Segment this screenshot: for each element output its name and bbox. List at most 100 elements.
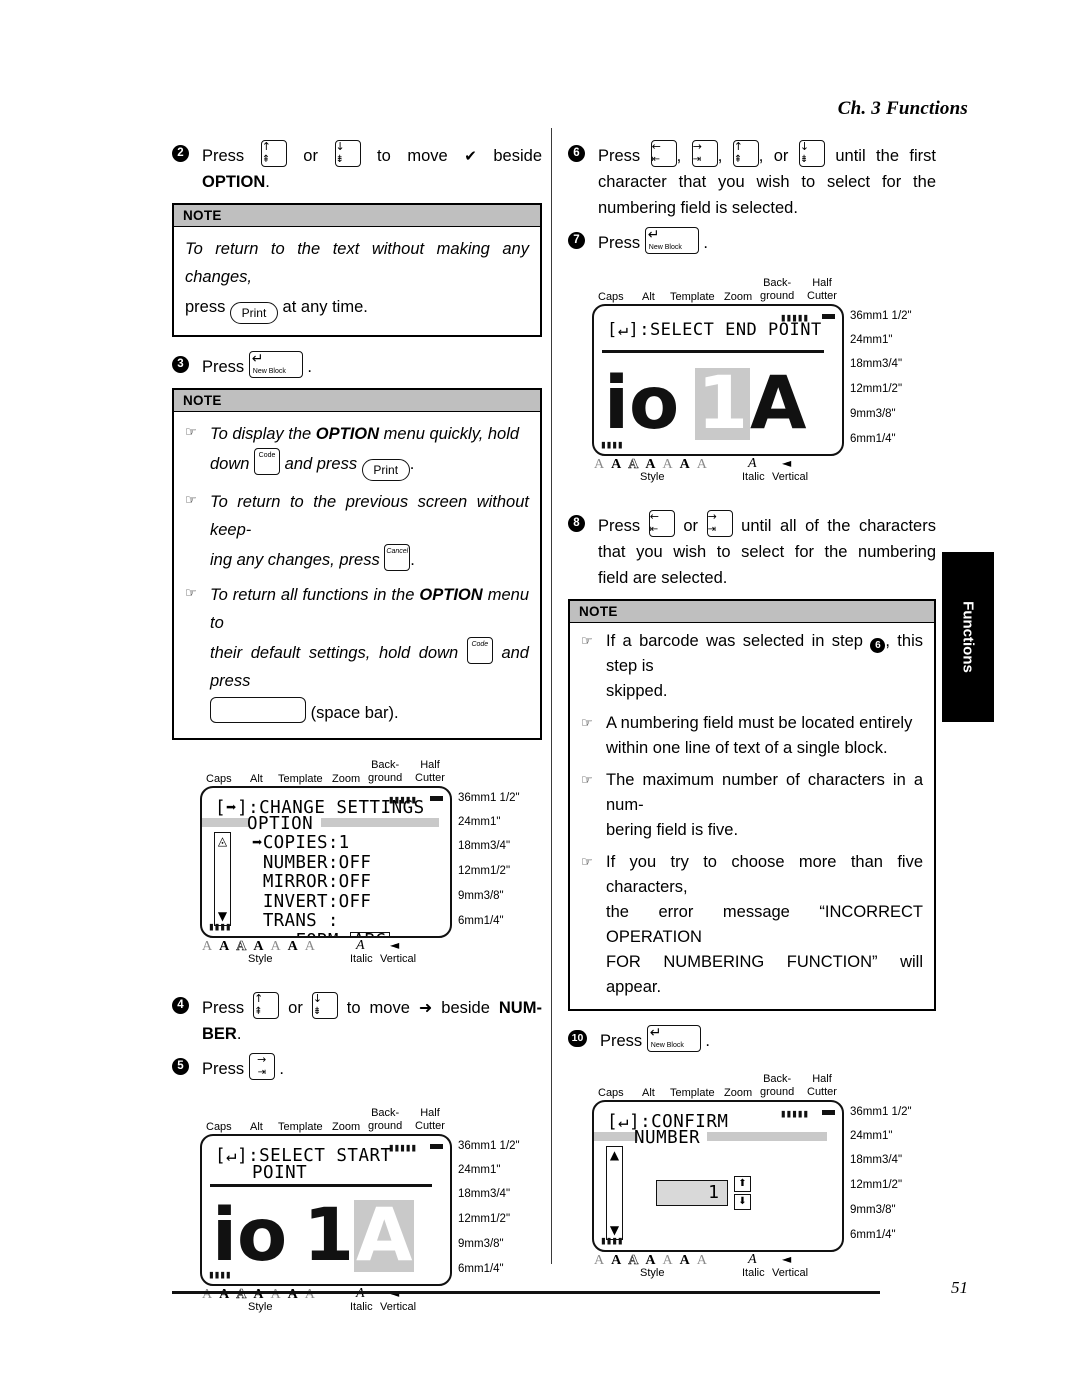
pointing-hand-icon: ☞ <box>581 855 593 870</box>
key-up-sub-glyph: ⇞ <box>254 1006 263 1017</box>
key-up-icon[interactable]: ↑ ⇞ <box>732 140 759 167</box>
spinner-up-icon[interactable]: ⬆ <box>734 1176 751 1192</box>
note-text-e: FOR NUMBERING FUNCTION” will appear. <box>606 953 923 996</box>
indicator-background: Back-ground <box>368 759 403 784</box>
indicator-caps: Caps <box>598 291 624 303</box>
note-line-1: To return to the text without making any… <box>185 240 529 286</box>
note-text: To display the OPTION menu quickly, hold… <box>210 420 529 481</box>
signal-icon-bottom: ▮▮▮▮ <box>600 438 623 451</box>
lcd-screen: ▮▮▮▮▮ [➡]:CHANGE SETTINGS OPTION ◬ ▼ ➡CO… <box>200 786 452 938</box>
highlight-bar-right <box>707 1132 827 1141</box>
note-heading: NOTE <box>174 205 540 227</box>
indicator-zoom: Zoom <box>332 1121 361 1133</box>
note-text: If a barcode was selected in step 6, thi… <box>606 629 923 704</box>
tape-mm: 12mm <box>458 1213 490 1225</box>
lcd-title-line2: POINT <box>252 1163 308 1183</box>
indicator-caps: Caps <box>206 773 232 785</box>
tape-mm: 24mm <box>458 816 490 828</box>
indicator-alt: Alt <box>250 1121 263 1133</box>
key-print-icon[interactable]: Print <box>229 302 278 324</box>
key-cancel-icon[interactable]: Cancel <box>384 544 411 571</box>
menu-item-form[interactable]: FORM <box>252 931 339 936</box>
battery-icon <box>430 1144 443 1149</box>
lcd-bottom-indicators: AAAAAAA Style A Italic ◄ Vertical <box>200 938 452 968</box>
pointing-hand-icon: ☞ <box>185 493 197 508</box>
step-text-tail: until all of the characters <box>741 517 936 535</box>
lcd-top-indicators: Caps Alt Template Zoom Back-ground Half C… <box>200 1104 542 1134</box>
tape-in: 3/8" <box>483 1238 504 1250</box>
menu-item-copies[interactable]: ➡COPIES:1 <box>252 833 350 853</box>
tape-mm: 36mm <box>850 1106 882 1118</box>
menu-item-number[interactable]: NUMBER:OFF <box>252 853 371 873</box>
note-text-f: . <box>409 455 415 473</box>
key-new-block-icon[interactable]: ↵ New Block <box>646 1025 701 1052</box>
key-left-icon[interactable]: ← ⇤ <box>648 510 675 537</box>
menu-item-invert[interactable]: INVERT:OFF <box>252 892 371 912</box>
label-italic: Italic <box>350 953 373 965</box>
number-spinner[interactable]: ⬆ ⬇ <box>734 1176 751 1212</box>
key-up-icon[interactable]: ↑ ⇞ <box>260 140 287 167</box>
key-code-icon[interactable]: Code <box>466 637 493 664</box>
indicator-background: Back-ground <box>760 277 795 302</box>
step-line-2: character that you wish to select for th… <box>598 173 936 191</box>
note-text-a: To return all functions in the <box>210 586 420 604</box>
note-text-f: (space bar). <box>310 704 399 722</box>
note-line-2b: at any time. <box>282 298 368 316</box>
key-down-icon[interactable]: ↓ ⇟ <box>798 140 825 167</box>
tape-width-scale: 36mm1 1/2" 24mm1" 18mm3/4" 12mm1/2" 9mm3… <box>458 786 540 938</box>
key-new-block-icon[interactable]: ↵ New Block <box>248 351 303 378</box>
italic-glyph-icon: A <box>748 1252 757 1267</box>
indicator-zoom: Zoom <box>724 291 753 303</box>
pointing-hand-icon: ☞ <box>581 634 593 649</box>
lcd-divider-rule <box>602 350 824 353</box>
menu-item-trans[interactable]: TRANS : <box>252 911 339 931</box>
note-list-item: ☞ If you try to choose more than five ch… <box>581 850 923 1002</box>
tape-in: 1" <box>881 1130 893 1142</box>
pointing-hand-icon: ☞ <box>185 425 197 440</box>
note-text-a: If you try to choose more than five char… <box>606 853 923 896</box>
note-text-d: their default settings, hold down <box>210 644 459 662</box>
key-right-sub-glyph: ⇥ <box>257 1067 266 1078</box>
note-text-a: A numbering field must be located entire… <box>606 714 913 732</box>
indicator-half-cutter: Half Cutter <box>807 1073 837 1098</box>
key-space-bar-icon[interactable] <box>210 697 306 723</box>
key-print-icon[interactable]: Print <box>361 459 410 481</box>
step-text-tail: until the first <box>835 147 937 165</box>
key-right-icon[interactable]: → ⇥ <box>706 510 733 537</box>
note-heading: NOTE <box>570 601 934 623</box>
key-down-sub-glyph: ⇟ <box>335 154 344 165</box>
key-new-block-icon[interactable]: ↵ New Block <box>644 227 699 254</box>
key-left-icon[interactable]: ← ⇤ <box>650 140 677 167</box>
note-text-a: The maximum number of characters in a nu… <box>606 771 923 814</box>
scroll-up-icon[interactable]: ▲ <box>608 1148 621 1163</box>
lcd-scrollbar[interactable]: ◬ ▼ <box>214 832 231 926</box>
sample-char-io: io <box>604 361 680 446</box>
lcd-top-indicators: Caps Alt Template Zoom Back-ground Half C… <box>592 274 936 304</box>
tape-in: 1" <box>489 816 501 828</box>
tape-width-scale: 36mm1 1/2" 24mm1" 18mm3/4" 12mm1/2" 9mm3… <box>850 1100 932 1252</box>
note-text-c: ing any changes, press <box>210 551 380 569</box>
label-vertical: Vertical <box>380 1301 417 1313</box>
key-right-icon[interactable]: → ⇥ <box>248 1053 275 1080</box>
key-down-icon[interactable]: ↓ ⇟ <box>334 140 361 167</box>
key-enter-glyph: ↵ <box>649 1025 662 1041</box>
key-down-icon[interactable]: ↓ ⇟ <box>311 992 338 1019</box>
note-text-a: To return to the previous screen without… <box>210 493 529 539</box>
step-number: 3 <box>172 356 189 373</box>
key-right-icon[interactable]: → ⇥ <box>691 140 718 167</box>
spinner-down-icon[interactable]: ⬇ <box>734 1194 751 1210</box>
note-line-2a: press <box>185 298 226 316</box>
scroll-up-icon[interactable]: ◬ <box>216 834 229 849</box>
key-cancel-label: Cancel <box>386 548 409 555</box>
key-up-icon[interactable]: ↑ ⇞ <box>253 992 280 1019</box>
tape-in: 1/4" <box>875 433 896 445</box>
sample-char-1-selected: 1 <box>695 361 750 446</box>
vertical-glyph-icon: ◄ <box>782 456 792 470</box>
key-code-icon[interactable]: Code <box>254 448 281 475</box>
key-up-glyph: ↑ <box>254 992 264 1005</box>
number-value-field[interactable]: 1 <box>656 1180 728 1206</box>
step-period: . <box>307 358 312 376</box>
menu-item-mirror[interactable]: MIRROR:OFF <box>252 872 371 892</box>
lcd-scrollbar[interactable]: ▲ ▼ <box>606 1146 623 1240</box>
step-text-or: or <box>303 147 318 165</box>
